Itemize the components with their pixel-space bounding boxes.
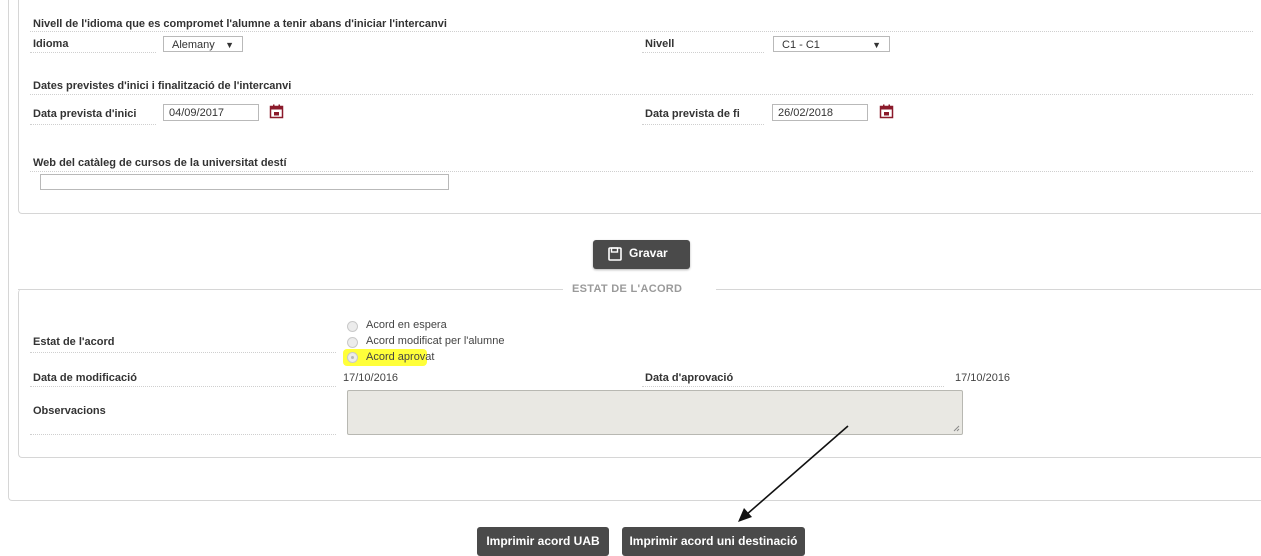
approval-date-label: Data d'aprovació: [645, 372, 734, 384]
divider: [30, 434, 336, 435]
idioma-select[interactable]: Alemany ▼: [163, 36, 243, 52]
calendar-icon[interactable]: [269, 104, 284, 119]
idioma-select-value: Alemany: [172, 39, 215, 51]
calendar-icon[interactable]: [879, 104, 894, 119]
print-destination-button[interactable]: Imprimir acord uni destinació: [622, 527, 805, 556]
end-date-label: Data prevista de fi: [645, 108, 740, 120]
modified-date-value: 17/10/2016: [343, 372, 399, 384]
print-destination-label: Imprimir acord uni destinació: [629, 534, 798, 548]
divider: [30, 352, 336, 353]
divider: [642, 386, 944, 387]
divider: [642, 52, 764, 53]
radio-acord-modificat[interactable]: [347, 337, 358, 348]
language-section-title: Nivell de l'idioma que es compromet l'al…: [33, 18, 447, 30]
radio-acord-en-espera[interactable]: [347, 321, 358, 332]
nivell-label: Nivell: [645, 38, 675, 50]
divider: [30, 171, 1253, 172]
radio-label-modificat: Acord modificat per l'alumne: [366, 335, 505, 347]
dates-section-title: Dates previstes d'inici i finalització d…: [33, 80, 292, 92]
observations-label: Observacions: [33, 405, 106, 417]
radio-acord-aprovat[interactable]: [347, 352, 358, 363]
web-section-title: Web del catàleg de cursos de la universi…: [33, 157, 287, 169]
floppy-disk-icon: [608, 247, 622, 261]
print-uab-label: Imprimir acord UAB: [486, 534, 600, 548]
end-date-input[interactable]: [772, 104, 868, 121]
start-date-label: Data prevista d'inici: [33, 108, 137, 120]
print-uab-button[interactable]: Imprimir acord UAB: [477, 527, 609, 556]
resize-handle-icon[interactable]: [953, 425, 960, 432]
divider: [30, 124, 156, 125]
web-catalog-input[interactable]: [40, 174, 449, 190]
divider: [30, 31, 1253, 32]
divider: [30, 386, 336, 387]
divider: [30, 94, 1253, 95]
chevron-down-icon: ▼: [872, 40, 881, 50]
nivell-select-value: C1 - C1: [782, 39, 820, 51]
radio-label-en-espera: Acord en espera: [366, 319, 447, 331]
divider: [30, 52, 156, 53]
idioma-label: Idioma: [33, 38, 69, 50]
start-date-input[interactable]: [163, 104, 259, 121]
nivell-select[interactable]: C1 - C1 ▼: [773, 36, 890, 52]
annotation-arrow-icon: [738, 425, 849, 522]
agreement-status-legend: ESTAT DE L'ACORD: [572, 283, 683, 295]
divider: [642, 124, 764, 125]
status-label: Estat de l'acord: [33, 336, 115, 348]
chevron-down-icon: ▼: [225, 40, 234, 50]
save-button[interactable]: Gravar: [593, 240, 690, 269]
save-button-label: Gravar: [629, 246, 668, 260]
observations-textarea[interactable]: [347, 390, 963, 435]
approval-date-value: 17/10/2016: [955, 372, 1011, 384]
radio-label-aprovat: Acord aprovat: [366, 351, 435, 363]
modified-date-label: Data de modificació: [33, 372, 137, 384]
